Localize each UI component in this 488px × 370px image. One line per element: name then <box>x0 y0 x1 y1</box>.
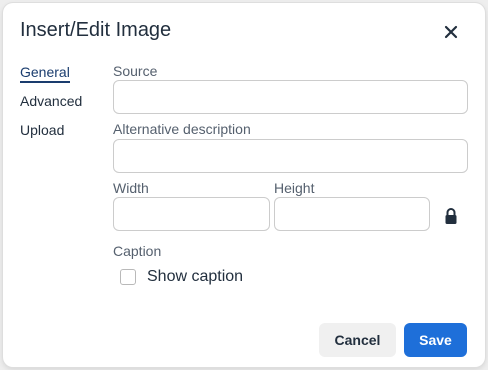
close-icon <box>444 25 458 39</box>
save-button[interactable]: Save <box>404 323 467 357</box>
tab-general-label: General <box>20 64 70 83</box>
height-input[interactable] <box>274 197 430 231</box>
height-label: Height <box>274 180 315 196</box>
tab-upload-label: Upload <box>20 122 65 138</box>
close-button[interactable] <box>435 16 467 48</box>
width-input[interactable] <box>113 197 270 231</box>
tab-upload[interactable]: Upload <box>20 121 100 150</box>
alt-description-label: Alternative description <box>113 121 251 137</box>
tab-list: General Advanced Upload <box>20 63 100 150</box>
source-input[interactable] <box>113 80 468 114</box>
tab-general[interactable]: General <box>20 63 100 92</box>
show-caption-label[interactable]: Show caption <box>147 268 243 286</box>
tab-advanced[interactable]: Advanced <box>20 92 100 121</box>
dialog-title: Insert/Edit Image <box>20 19 172 41</box>
alt-description-input[interactable] <box>113 139 468 173</box>
show-caption-checkbox[interactable] <box>120 269 136 285</box>
source-label: Source <box>113 63 158 79</box>
cancel-button[interactable]: Cancel <box>319 323 396 357</box>
lock-icon[interactable] <box>443 206 459 226</box>
insert-edit-image-dialog: Insert/Edit Image General Advanced Uploa… <box>3 3 485 367</box>
caption-label: Caption <box>113 243 162 259</box>
tab-advanced-label: Advanced <box>20 93 83 109</box>
width-label: Width <box>113 180 149 196</box>
